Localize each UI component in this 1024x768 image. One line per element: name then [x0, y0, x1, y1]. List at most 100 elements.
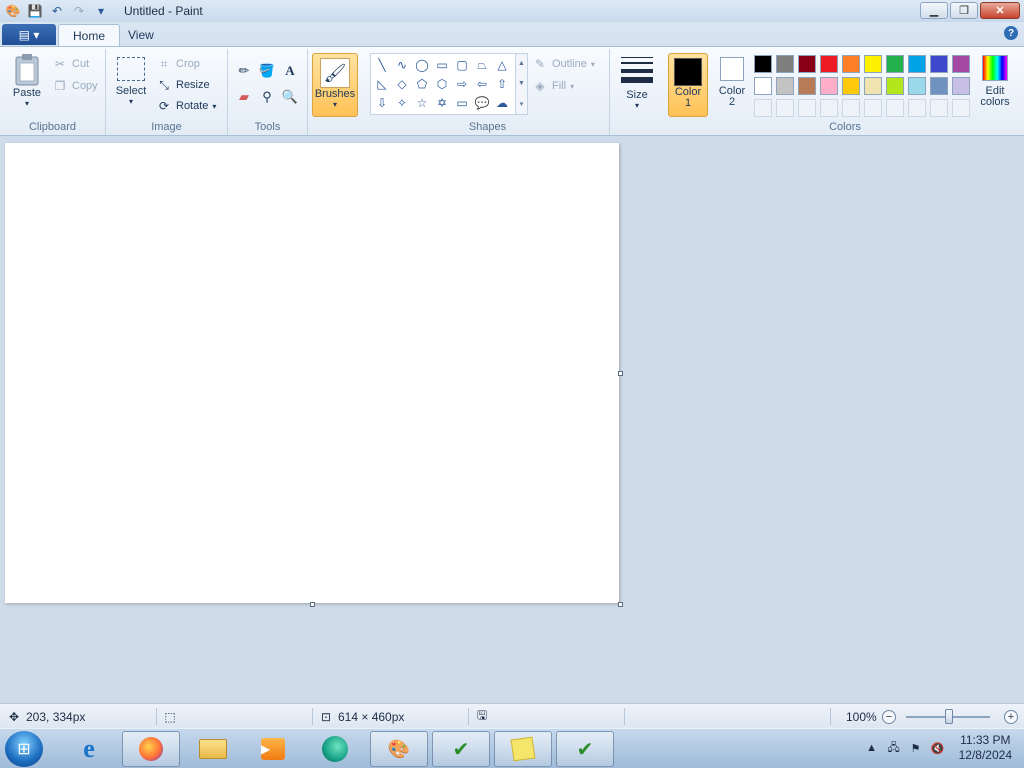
- palette-swatch-empty[interactable]: [798, 99, 816, 117]
- palette-swatch[interactable]: [798, 77, 816, 95]
- eraser-icon[interactable]: ▰: [234, 87, 254, 107]
- palette-swatch[interactable]: [952, 77, 970, 95]
- palette-swatch-empty[interactable]: [908, 99, 926, 117]
- polygon-shape-icon[interactable]: ⏢: [473, 56, 491, 74]
- diamond-shape-icon[interactable]: ◇: [393, 75, 411, 93]
- close-button[interactable]: ✕: [980, 2, 1020, 19]
- scroll-down-icon[interactable]: ▼: [518, 80, 525, 87]
- clock[interactable]: 11:33 PM 12/8/2024: [959, 733, 1012, 763]
- zoom-out-icon[interactable]: −: [882, 710, 896, 724]
- tab-home[interactable]: Home: [58, 24, 121, 46]
- media-player-icon[interactable]: ▶: [244, 731, 302, 767]
- palette-swatch-empty[interactable]: [820, 99, 838, 117]
- show-hidden-icons-icon[interactable]: ▲: [865, 741, 879, 755]
- oval-shape-icon[interactable]: ◯: [413, 56, 431, 74]
- down-arrow-shape-icon[interactable]: ⇩: [373, 94, 391, 112]
- tab-view[interactable]: View: [114, 24, 168, 46]
- palette-swatch[interactable]: [908, 55, 926, 73]
- color-picker-icon[interactable]: ⚲: [257, 87, 277, 107]
- palette-swatch[interactable]: [842, 77, 860, 95]
- outline-button[interactable]: ✎ Outline ▾: [532, 55, 595, 73]
- paint-icon[interactable]: 🎨: [370, 731, 428, 767]
- oval-callout-shape-icon[interactable]: 💬: [473, 94, 491, 112]
- fill-icon[interactable]: 🪣: [257, 61, 277, 81]
- customize-dropdown-icon[interactable]: ▾: [92, 2, 110, 20]
- size-button[interactable]: Size ▾: [618, 55, 656, 110]
- palette-swatch[interactable]: [886, 55, 904, 73]
- canvas-resize-handle-bottom[interactable]: [310, 602, 315, 607]
- rotate-button[interactable]: ⟳ Rotate ▾: [156, 97, 216, 115]
- shapes-scrollbar[interactable]: ▲ ▼ ▾: [515, 54, 527, 114]
- resize-button[interactable]: ⤡ Resize: [156, 76, 209, 94]
- palette-swatch[interactable]: [754, 55, 772, 73]
- palette-swatch[interactable]: [754, 77, 772, 95]
- palette-swatch[interactable]: [820, 55, 838, 73]
- canvas-resize-handle-right[interactable]: [618, 371, 623, 376]
- right-triangle-shape-icon[interactable]: ◺: [373, 75, 391, 93]
- magnifier-icon[interactable]: 🔍: [280, 87, 300, 107]
- palette-swatch[interactable]: [930, 55, 948, 73]
- undo-icon[interactable]: ↶: [48, 2, 66, 20]
- palette-swatch[interactable]: [930, 77, 948, 95]
- file-menu-button[interactable]: ▤ ▾: [2, 24, 56, 45]
- explorer-folder-icon[interactable]: [184, 731, 242, 767]
- pencil-icon[interactable]: ✏: [234, 61, 254, 81]
- select-button[interactable]: Select ▾: [114, 57, 148, 106]
- pentagon-shape-icon[interactable]: ⬠: [413, 75, 431, 93]
- five-point-star-shape-icon[interactable]: ☆: [413, 94, 431, 112]
- palette-swatch-empty[interactable]: [952, 99, 970, 117]
- palette-swatch-empty[interactable]: [930, 99, 948, 117]
- restore-button[interactable]: ❐: [950, 2, 978, 19]
- palette-swatch[interactable]: [864, 55, 882, 73]
- gallery-expand-icon[interactable]: ▾: [520, 100, 524, 108]
- right-arrow-shape-icon[interactable]: ⇨: [453, 75, 471, 93]
- text-icon[interactable]: A: [280, 61, 300, 81]
- crop-button[interactable]: ⌗ Crop: [156, 55, 200, 73]
- palette-swatch[interactable]: [908, 77, 926, 95]
- up-arrow-shape-icon[interactable]: ⇧: [493, 75, 511, 93]
- cloud-callout-shape-icon[interactable]: ☁: [493, 94, 511, 112]
- palette-swatch[interactable]: [776, 55, 794, 73]
- rounded-callout-shape-icon[interactable]: ▭: [453, 94, 471, 112]
- curve-shape-icon[interactable]: ∿: [393, 56, 411, 74]
- minimize-button[interactable]: ▁: [920, 2, 948, 19]
- zoom-slider-thumb[interactable]: [945, 709, 953, 724]
- start-button[interactable]: ⊞: [5, 731, 43, 767]
- copy-button[interactable]: ❐ Copy: [52, 77, 98, 95]
- paste-button[interactable]: Paste ▾: [8, 53, 46, 108]
- volume-muted-icon[interactable]: 🔇: [931, 741, 945, 755]
- palette-swatch[interactable]: [886, 77, 904, 95]
- palette-swatch-empty[interactable]: [842, 99, 860, 117]
- save-icon[interactable]: 💾: [26, 2, 44, 20]
- zoom-in-icon[interactable]: +: [1004, 710, 1018, 724]
- color2-button[interactable]: Color 2: [712, 57, 752, 108]
- help-icon[interactable]: ?: [1004, 26, 1018, 40]
- four-point-star-shape-icon[interactable]: ✧: [393, 94, 411, 112]
- rounded-rectangle-shape-icon[interactable]: ▢: [453, 56, 471, 74]
- rectangle-shape-icon[interactable]: ▭: [433, 56, 451, 74]
- action-center-flag-icon[interactable]: ⚑: [909, 741, 923, 755]
- palette-swatch[interactable]: [842, 55, 860, 73]
- antivirus-icon[interactable]: ✔: [432, 731, 490, 767]
- palette-swatch[interactable]: [820, 77, 838, 95]
- palette-swatch-empty[interactable]: [754, 99, 772, 117]
- redo-icon[interactable]: ↷: [70, 2, 88, 20]
- brushes-button[interactable]: 🖌 Brushes ▾: [312, 53, 358, 117]
- scroll-up-icon[interactable]: ▲: [518, 60, 525, 67]
- edge-like-icon[interactable]: [306, 731, 364, 767]
- six-point-star-shape-icon[interactable]: ✡: [433, 94, 451, 112]
- edit-colors-button[interactable]: Edit colors: [974, 55, 1016, 108]
- cut-button[interactable]: ✂ Cut: [52, 55, 89, 73]
- palette-swatch-empty[interactable]: [776, 99, 794, 117]
- palette-swatch[interactable]: [952, 55, 970, 73]
- internet-explorer-icon[interactable]: e: [60, 731, 118, 767]
- sticky-notes-icon[interactable]: [494, 731, 552, 767]
- line-shape-icon[interactable]: ╲: [373, 56, 391, 74]
- color1-button[interactable]: Color 1: [668, 53, 708, 117]
- left-arrow-shape-icon[interactable]: ⇦: [473, 75, 491, 93]
- firefox-icon[interactable]: [122, 731, 180, 767]
- hexagon-shape-icon[interactable]: ⬡: [433, 75, 451, 93]
- palette-swatch[interactable]: [798, 55, 816, 73]
- palette-swatch-empty[interactable]: [864, 99, 882, 117]
- antivirus-check-icon[interactable]: ✔: [556, 731, 614, 767]
